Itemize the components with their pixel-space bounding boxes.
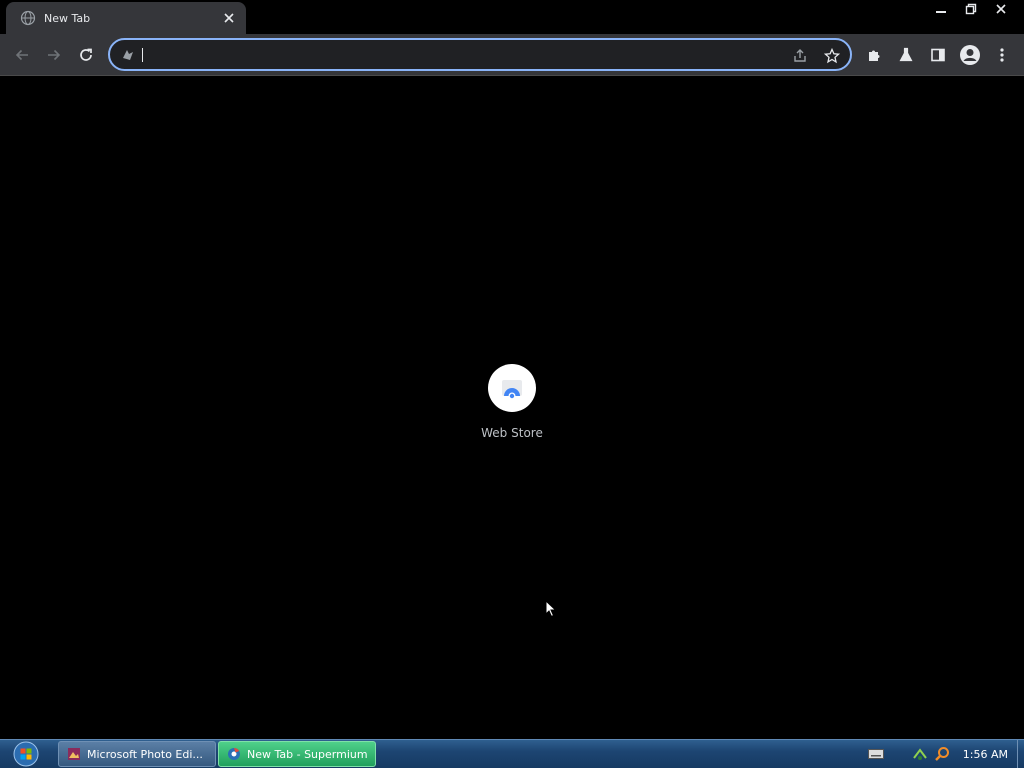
taskbar-item-supermium[interactable]: New Tab - Supermium [218,741,376,767]
shortcut-web-store[interactable]: Web Store [472,358,552,448]
side-panel-icon[interactable] [924,41,952,69]
back-arrow-icon[interactable] [8,41,36,69]
tab-new-tab[interactable]: New Tab [6,2,246,34]
avatar-icon[interactable] [956,41,984,69]
kebab-menu-icon[interactable] [988,41,1016,69]
flask-icon[interactable] [892,41,920,69]
browser-toolbar [0,34,1024,76]
puzzle-icon[interactable] [860,41,888,69]
taskbar-item-photo-editor[interactable]: Microsoft Photo Edi... [58,741,216,767]
tab-title: New Tab [44,11,91,25]
search-icon[interactable] [933,745,951,763]
show-desktop-button[interactable] [1017,740,1024,768]
restore-icon[interactable] [956,0,986,18]
reload-icon[interactable] [72,41,100,69]
tab-strip: New Tab [0,0,1024,34]
windows-orb-icon[interactable] [8,740,44,768]
system-tray: 1:56 AM [865,740,1024,768]
star-icon[interactable] [820,44,844,68]
minimize-icon[interactable] [926,0,956,18]
window-controls [926,0,1016,18]
taskbar-item-label: New Tab - Supermium [247,747,368,761]
web-store-icon [488,364,536,412]
network-icon[interactable] [911,745,929,763]
shortcut-label: Web Store [481,426,543,440]
close-icon[interactable] [220,9,238,27]
globe-icon [20,10,36,26]
clock[interactable]: 1:56 AM [963,748,1008,761]
supermium-icon [227,747,241,761]
taskbar: Microsoft Photo Edi... New Tab - Supermi… [0,739,1024,768]
window-close-icon[interactable] [986,0,1016,18]
mouse-cursor-icon [545,600,557,618]
forward-arrow-icon[interactable] [40,41,68,69]
new-tab-page: Web Store [0,76,1024,739]
photo-editor-icon [67,747,81,761]
omnibox[interactable] [108,38,852,71]
text-caret [142,48,143,62]
taskbar-item-label: Microsoft Photo Edi... [87,747,203,761]
search-engine-icon [120,47,136,63]
keyboard-icon[interactable] [867,745,885,763]
share-icon[interactable] [788,44,812,68]
address-bar-input[interactable] [142,44,742,65]
